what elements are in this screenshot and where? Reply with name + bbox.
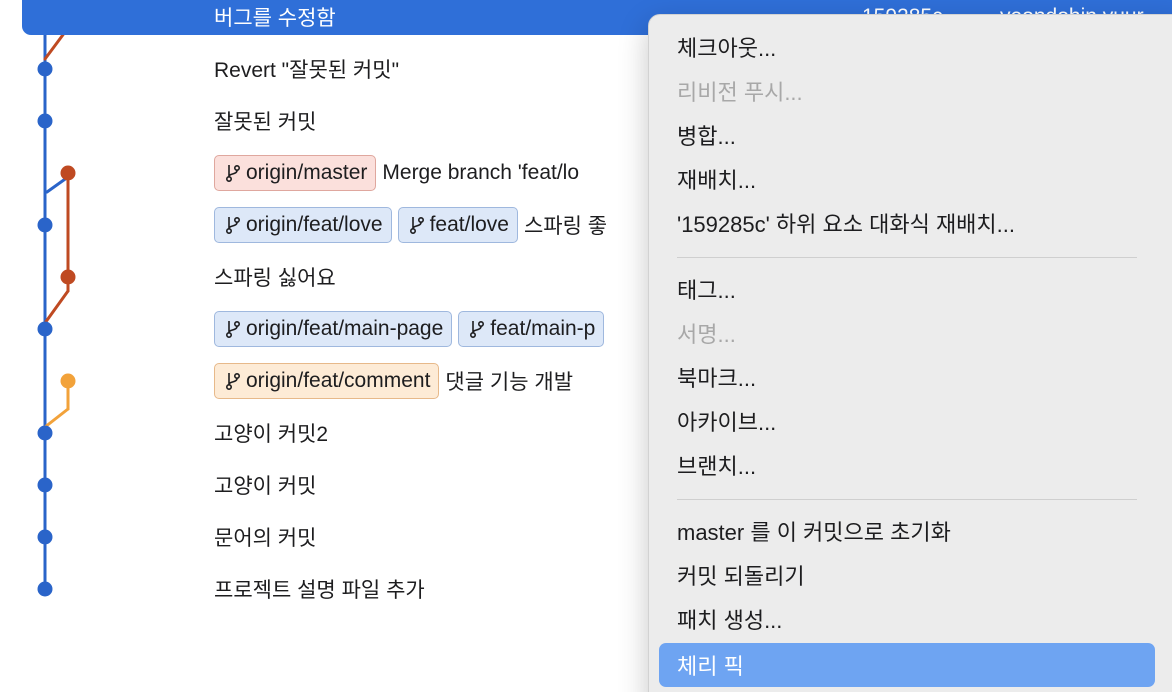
context-menu-item[interactable]: 브랜치...	[659, 445, 1155, 485]
branch-ref-label: origin/master	[246, 161, 368, 184]
commit-row-content: 버그를 수정함	[214, 0, 336, 43]
commit-message: 버그를 수정함	[214, 7, 336, 30]
context-menu-item: 리비전 푸시...	[677, 80, 803, 105]
context-menu-item[interactable]: 재배치...	[659, 159, 1155, 199]
branch-ref-label: feat/love	[429, 213, 509, 236]
commit-message: Merge branch 'feat/lo	[382, 161, 580, 184]
commit-message: 문어의 커밋	[214, 527, 317, 550]
commit-row-content: 스파링 싫어요	[214, 251, 336, 303]
branch-icon	[225, 163, 241, 183]
commit-row-content: Revert "잘못된 커밋"	[214, 43, 399, 95]
context-menu-item[interactable]: 북마크...	[659, 357, 1155, 397]
commit-message: 고양이 커밋2	[214, 423, 329, 446]
branch-ref-badge[interactable]: origin/master	[214, 155, 377, 191]
branch-ref-badge[interactable]: origin/feat/love	[214, 207, 392, 243]
branch-ref-badge[interactable]: origin/feat/main-page	[214, 311, 453, 347]
commit-row-content: origin/feat/main-page feat/main-p	[214, 303, 605, 355]
commit-message: 고양이 커밋	[214, 475, 317, 498]
branch-ref-badge[interactable]: origin/feat/comment	[214, 363, 440, 399]
commit-row-content: 고양이 커밋	[214, 459, 316, 511]
commit-message: 스파링 좋	[523, 215, 608, 238]
context-menu-item[interactable]: 아카이브...	[659, 401, 1155, 441]
commit-row-content: origin/feat/comment 댓글 기능 개발	[214, 355, 573, 407]
commit-row-content: 프로젝트 설명 파일 추가	[214, 563, 425, 615]
commit-row-content: 잘못된 커밋	[214, 95, 316, 147]
commit-row-content: origin/master Merge branch 'feat/lo	[214, 147, 579, 199]
branch-icon	[409, 215, 425, 235]
commit-row-content: 문어의 커밋	[214, 511, 316, 563]
branch-icon	[225, 371, 241, 391]
branch-ref-label: origin/feat/love	[246, 213, 383, 236]
commit-message: 프로젝트 설명 파일 추가	[214, 579, 425, 602]
commit-message: 스파링 싫어요	[214, 267, 336, 290]
branch-ref-badge[interactable]: feat/main-p	[458, 311, 605, 347]
branch-icon	[225, 319, 241, 339]
context-menu-item[interactable]: '159285c' 하위 요소 대화식 재배치...	[659, 203, 1155, 243]
context-menu-item[interactable]: master 를 이 커밋으로 초기화	[659, 511, 1155, 551]
context-menu-item[interactable]: 체리 픽	[659, 643, 1155, 687]
branch-ref-label: origin/feat/main-page	[246, 317, 444, 340]
context-menu: 체크아웃... 리비전 푸시... 병합... 재배치... '159285c' 하위 …	[648, 14, 1172, 692]
branch-icon	[469, 319, 485, 339]
context-menu-item: 서명...	[677, 322, 736, 347]
branch-ref-badge[interactable]: feat/love	[397, 207, 518, 243]
context-menu-item[interactable]: 병합...	[659, 115, 1155, 155]
branch-ref-label: feat/main-p	[490, 317, 596, 340]
context-menu-item[interactable]: 태그...	[659, 269, 1155, 309]
branch-ref-label: origin/feat/comment	[246, 369, 431, 392]
context-menu-item[interactable]: 커밋 되돌리기	[659, 555, 1155, 595]
commit-message: Revert "잘못된 커밋"	[214, 59, 400, 82]
menu-separator	[677, 257, 1137, 258]
commit-row-content: 고양이 커밋2	[214, 407, 328, 459]
commit-row-content: origin/feat/love feat/love 스파링 좋	[214, 199, 607, 251]
branch-icon	[225, 215, 241, 235]
commit-message: 잘못된 커밋	[214, 111, 317, 134]
menu-separator	[677, 499, 1137, 500]
context-menu-item[interactable]: 패치 생성...	[659, 599, 1155, 639]
commit-message: 댓글 기능 개발	[445, 371, 574, 394]
context-menu-item[interactable]: 체크아웃...	[659, 27, 1155, 67]
